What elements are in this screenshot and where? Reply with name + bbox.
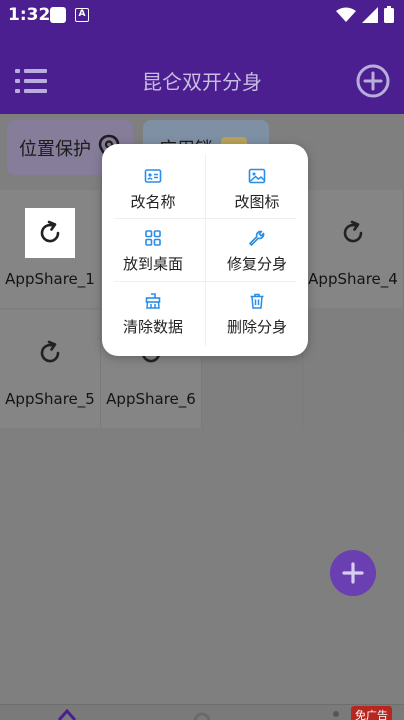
refresh-icon [328, 208, 378, 258]
app-label: AppShare_4 [308, 270, 398, 288]
app-label: AppShare_5 [5, 390, 95, 408]
a-badge-icon: A [75, 8, 89, 22]
rename-menu-item[interactable]: 改名称 [102, 158, 204, 220]
wrench-icon [249, 230, 265, 246]
delete-clone-label: 删除分身 [226, 317, 287, 336]
add-clone-button[interactable] [356, 64, 390, 98]
change-icon-label: 改图标 [234, 192, 280, 211]
notification-icon [50, 7, 66, 23]
remove-ads-badge[interactable]: 免广告 [351, 706, 392, 720]
repair-clone-label: 修复分身 [226, 254, 287, 273]
add-clone-fab[interactable] [330, 550, 376, 596]
refresh-icon [25, 208, 75, 258]
image-icon [248, 168, 266, 183]
location-protect-label: 位置保护 [19, 138, 91, 160]
wifi-icon [336, 7, 356, 22]
user-icon[interactable] [333, 711, 339, 717]
clone-action-menu: 改名称 改图标 放到桌面 修复分身 清除数据 删除分身 [102, 144, 308, 356]
plus-icon [342, 562, 364, 584]
status-icons [336, 6, 394, 23]
status-time: 1:32 [8, 5, 51, 25]
rename-label: 改名称 [130, 192, 176, 211]
repair-clone-menu-item[interactable]: 修复分身 [206, 220, 308, 282]
place-on-desktop-label: 放到桌面 [122, 254, 183, 273]
broom-icon [145, 292, 161, 309]
app-tile[interactable]: AppShare_4 [303, 190, 404, 308]
signal-icon [362, 6, 378, 23]
app-tile[interactable]: AppShare_1 [0, 190, 101, 308]
app-tile[interactable]: AppShare_5 [0, 310, 101, 428]
grid-icon [145, 229, 161, 246]
trash-icon [250, 293, 264, 309]
search-icon[interactable] [192, 708, 212, 720]
battery-icon [384, 6, 394, 23]
app-label: AppShare_6 [106, 390, 196, 408]
app-bar: 昆仑双开分身 [0, 32, 404, 114]
app-label: AppShare_1 [5, 270, 95, 288]
clear-data-menu-item[interactable]: 清除数据 [102, 283, 204, 345]
id-card-icon [144, 168, 162, 183]
refresh-icon [25, 328, 75, 378]
app-title: 昆仑双开分身 [142, 70, 262, 94]
clear-data-label: 清除数据 [122, 317, 183, 336]
status-bar: 1:32 A [0, 0, 404, 32]
change-icon-menu-item[interactable]: 改图标 [206, 158, 308, 220]
bottom-nav [0, 704, 404, 720]
home-icon[interactable] [57, 708, 77, 720]
empty-slot [303, 310, 404, 428]
plus-circle-icon [356, 64, 390, 98]
place-on-desktop-menu-item[interactable]: 放到桌面 [102, 220, 204, 282]
delete-clone-menu-item[interactable]: 删除分身 [206, 283, 308, 345]
